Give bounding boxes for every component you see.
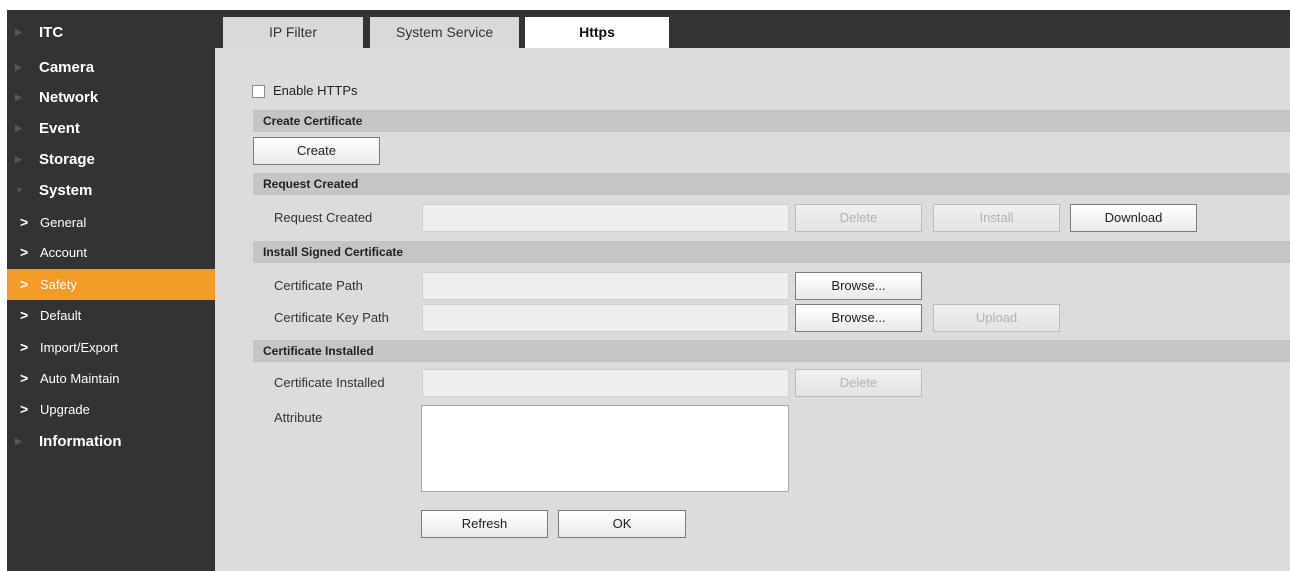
sidebar-subitem-label: Default — [40, 308, 82, 323]
browse-key-button[interactable]: Browse... — [795, 304, 922, 332]
expand-triangle-icon: ▶ — [15, 27, 22, 37]
sidebar-item-camera[interactable]: ▶ Camera — [7, 52, 215, 83]
sidebar-subitem-upgrade[interactable]: > Upgrade — [7, 394, 215, 425]
request-created-field[interactable] — [422, 204, 789, 232]
tab-bar: IP Filter System Service Https — [215, 10, 1290, 49]
chevron-right-icon: > — [20, 307, 29, 323]
tab-https[interactable]: Https — [525, 17, 669, 49]
sidebar-subitem-safety[interactable]: > Safety — [7, 269, 215, 300]
section-install-signed-certificate: Install Signed Certificate — [253, 241, 1290, 263]
sidebar-item-label: Storage — [39, 151, 95, 168]
expand-triangle-icon: ▶ — [15, 123, 22, 133]
sidebar-item-label: System — [39, 182, 93, 199]
upload-button[interactable]: Upload — [933, 304, 1060, 332]
sidebar-subitem-label: General — [40, 215, 87, 230]
attribute-textarea[interactable] — [421, 405, 789, 492]
attribute-label: Attribute — [274, 410, 323, 425]
sidebar-item-label: Information — [39, 433, 122, 450]
sidebar-subitem-label: Auto Maintain — [40, 371, 120, 386]
sidebar-item-information[interactable]: ▶ Information — [7, 426, 215, 457]
certificate-installed-field[interactable] — [422, 369, 789, 397]
tab-ip-filter[interactable]: IP Filter — [223, 17, 363, 48]
sidebar-subitem-label: Safety — [40, 277, 77, 292]
certificate-key-path-label: Certificate Key Path — [274, 310, 389, 325]
section-title: Certificate Installed — [263, 344, 374, 358]
sidebar-subitem-label: Import/Export — [40, 340, 119, 355]
certificate-key-path-field[interactable] — [422, 304, 789, 332]
sidebar-item-label: Network — [39, 89, 99, 106]
section-request-created: Request Created — [253, 173, 1290, 195]
chevron-right-icon: > — [20, 370, 29, 386]
sidebar-subitem-import-export[interactable]: > Import/Export — [7, 332, 215, 363]
certificate-path-field[interactable] — [422, 272, 789, 300]
chevron-right-icon: > — [20, 214, 29, 230]
sidebar-subitem-label: Account — [40, 245, 87, 260]
sidebar: ▶ ITC ▶ Camera ▶ Network ▶ Event ▶ Stora… — [7, 10, 215, 571]
sidebar-subitem-label: Upgrade — [40, 402, 90, 417]
certificate-path-label: Certificate Path — [274, 278, 363, 293]
enable-https-label: Enable HTTPs — [273, 83, 358, 98]
create-button[interactable]: Create — [253, 137, 380, 165]
chevron-right-icon: > — [20, 244, 29, 260]
sidebar-item-storage[interactable]: ▶ Storage — [7, 144, 215, 175]
sidebar-item-network[interactable]: ▶ Network — [7, 82, 215, 113]
expand-triangle-icon: ▶ — [15, 154, 22, 164]
browse-certificate-button[interactable]: Browse... — [795, 272, 922, 300]
download-button[interactable]: Download — [1070, 204, 1197, 232]
sidebar-subitem-general[interactable]: > General — [7, 207, 215, 238]
sidebar-subitem-account[interactable]: > Account — [7, 237, 215, 268]
sidebar-item-label: ITC — [39, 24, 64, 41]
chevron-right-icon: > — [20, 401, 29, 417]
sidebar-subitem-default[interactable]: > Default — [7, 300, 215, 331]
request-delete-button[interactable]: Delete — [795, 204, 922, 232]
section-create-certificate: Create Certificate — [253, 110, 1290, 132]
expand-triangle-icon: ▶ — [15, 62, 22, 72]
sidebar-item-label: Camera — [39, 59, 95, 76]
section-certificate-installed: Certificate Installed — [253, 340, 1290, 362]
section-title: Create Certificate — [263, 114, 363, 128]
https-panel: Enable HTTPs Create Certificate Create R… — [215, 48, 1290, 571]
refresh-button[interactable]: Refresh — [421, 510, 548, 538]
request-created-label: Request Created — [274, 210, 373, 225]
section-title: Install Signed Certificate — [263, 245, 404, 259]
installed-delete-button[interactable]: Delete — [795, 369, 922, 397]
chevron-right-icon: > — [20, 339, 29, 355]
sidebar-item-itc[interactable]: ▶ ITC — [7, 17, 215, 48]
install-button[interactable]: Install — [933, 204, 1060, 232]
enable-https-checkbox[interactable] — [252, 85, 265, 98]
tab-system-service[interactable]: System Service — [370, 17, 519, 48]
sidebar-item-label: Event — [39, 120, 80, 137]
sidebar-item-event[interactable]: ▶ Event — [7, 113, 215, 144]
expand-triangle-icon: ▶ — [15, 92, 22, 102]
ok-button[interactable]: OK — [558, 510, 686, 538]
sidebar-item-system[interactable]: ▼ System — [7, 175, 215, 206]
section-title: Request Created — [263, 177, 359, 191]
collapse-triangle-icon: ▼ — [15, 185, 24, 195]
app-window: ▶ ITC ▶ Camera ▶ Network ▶ Event ▶ Stora… — [7, 10, 1290, 571]
chevron-right-icon: > — [20, 276, 29, 292]
expand-triangle-icon: ▶ — [15, 436, 22, 446]
certificate-installed-label: Certificate Installed — [274, 375, 385, 390]
sidebar-subitem-auto-maintain[interactable]: > Auto Maintain — [7, 363, 215, 394]
